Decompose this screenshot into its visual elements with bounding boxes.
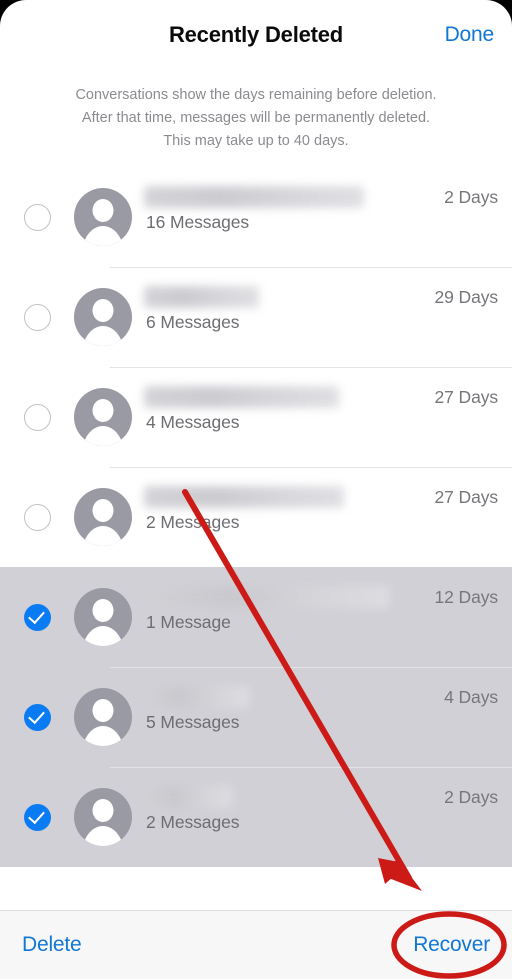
checkbox-unchecked-icon[interactable] [23,303,51,331]
contact-name-redacted [144,786,232,808]
recover-button[interactable]: Recover [413,933,490,957]
page-title: Recently Deleted [168,22,344,47]
description-line-1: Conversations show the days remaining be… [75,87,437,103]
checkbox-checked-icon[interactable] [23,803,51,831]
avatar-person-icon [74,388,132,446]
avatar-body [82,626,124,646]
description-line-2: After that time, messages will be perman… [81,110,431,126]
days-remaining-label: 29 Days [434,287,499,307]
avatar-body [82,326,124,346]
done-button[interactable]: Done [445,23,495,47]
avatar-body [82,426,124,446]
row-main: 6 Messages [144,267,435,367]
row-checkbox-cell[interactable] [0,603,74,631]
conversation-row[interactable]: 4 Messages 27 Days [0,367,512,467]
avatar-head [92,699,114,722]
checkbox-checked-icon[interactable] [23,703,51,731]
description-text: Conversations show the days remaining be… [0,72,512,167]
conversation-row[interactable]: 2 Messages 2 Days [0,767,512,867]
row-checkbox-cell[interactable] [0,703,74,731]
message-count-label: 4 Messages [146,412,240,432]
avatar-head [92,199,114,222]
contact-name-redacted [144,686,249,708]
conversation-row[interactable]: 1 Message 12 Days [0,567,512,667]
bottom-toolbar: Delete Recover [0,910,512,979]
row-checkbox-cell[interactable] [0,303,74,331]
avatar-person-icon [74,288,132,346]
row-checkbox-cell[interactable] [0,803,74,831]
message-count-label: 6 Messages [146,312,240,332]
unselected-conversation-group: 16 Messages 2 Days 6 Messages 29 Days 4 Mess… [0,167,512,567]
avatar-person-icon [74,788,132,846]
message-count-label: 2 Messages [146,512,240,532]
avatar-head [92,799,114,822]
contact-name-redacted [144,386,339,408]
message-count-label: 5 Messages [146,712,240,732]
avatar-person-icon [74,688,132,746]
days-remaining-label: 2 Days [444,187,498,207]
delete-button[interactable]: Delete [22,933,82,957]
row-main: 2 Messages [144,767,444,867]
days-remaining-label: 27 Days [434,487,499,507]
avatar-head [92,299,114,322]
days-remaining-label: 4 Days [444,687,498,707]
selected-conversation-group: 1 Message 12 Days 5 Messages 4 Days 2 Messag… [0,567,512,867]
row-main: 16 Messages [144,167,444,267]
checkbox-unchecked-icon[interactable] [23,203,51,231]
list-bottom-spacer [0,867,512,897]
row-main: 1 Message [144,567,435,667]
row-main: 5 Messages [144,667,444,767]
conversation-list: 16 Messages 2 Days 6 Messages 29 Days 4 Mess… [0,167,512,910]
checkbox-unchecked-icon[interactable] [23,403,51,431]
row-main: 4 Messages [144,367,435,467]
recently-deleted-sheet: Recently Deleted Done Conversations show… [0,0,512,979]
days-remaining-label: 27 Days [434,387,499,407]
conversation-row[interactable]: 2 Messages 27 Days [0,467,512,567]
avatar-person-icon [74,488,132,546]
message-count-label: 1 Message [146,612,231,632]
contact-name-redacted [144,286,259,308]
days-remaining-label: 12 Days [434,587,499,607]
days-remaining-label: 2 Days [444,787,498,807]
avatar-body [82,826,124,846]
screen: Recently Deleted Done Conversations show… [0,0,512,979]
sheet-header: Recently Deleted Done [0,0,512,72]
avatar-head [92,499,114,522]
avatar-person-icon [74,588,132,646]
row-checkbox-cell[interactable] [0,203,74,231]
row-checkbox-cell[interactable] [0,503,74,531]
contact-name-redacted [144,186,364,208]
conversation-row[interactable]: 5 Messages 4 Days [0,667,512,767]
checkbox-unchecked-icon[interactable] [23,503,51,531]
checkbox-checked-icon[interactable] [23,603,51,631]
avatar-body [82,526,124,546]
avatar-body [82,226,124,246]
avatar-head [92,599,114,622]
row-main: 2 Messages [144,467,435,567]
contact-name-redacted [144,486,344,508]
contact-name-redacted [144,586,389,608]
row-checkbox-cell[interactable] [0,403,74,431]
message-count-label: 2 Messages [146,812,240,832]
conversation-row[interactable]: 6 Messages 29 Days [0,267,512,367]
avatar-body [82,726,124,746]
message-count-label: 16 Messages [146,212,249,232]
avatar-head [92,399,114,422]
avatar-person-icon [74,188,132,246]
description-line-3: This may take up to 40 days. [163,133,349,149]
conversation-row[interactable]: 16 Messages 2 Days [0,167,512,267]
